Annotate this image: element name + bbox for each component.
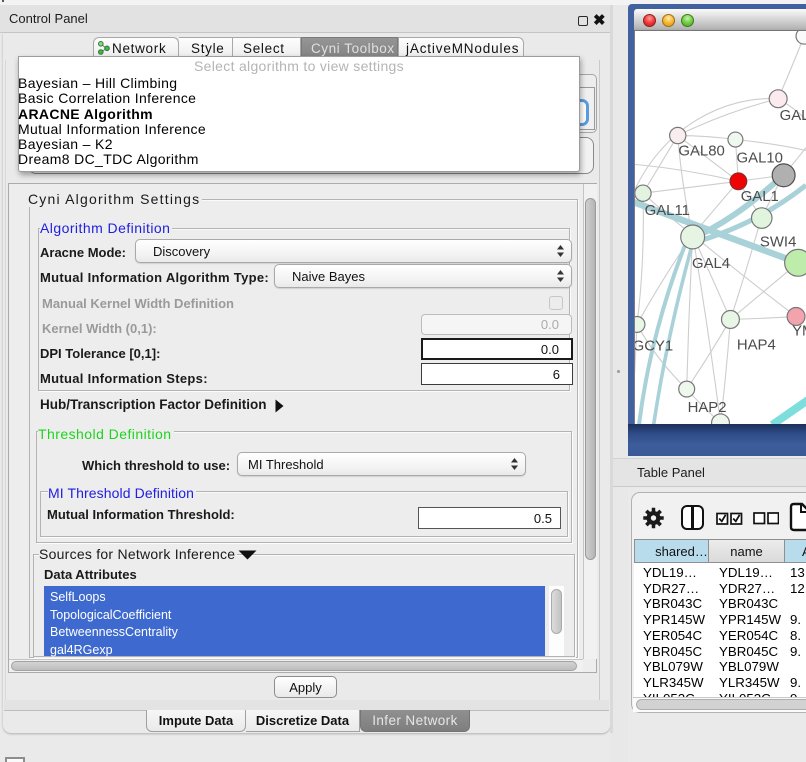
svg-text:YM: YM bbox=[792, 323, 806, 339]
svg-text:GCY1: GCY1 bbox=[634, 338, 673, 354]
svg-text:GAL2: GAL2 bbox=[780, 108, 806, 124]
svg-text:HAP2: HAP2 bbox=[688, 400, 727, 416]
svg-text:SWI4: SWI4 bbox=[760, 234, 796, 250]
svg-text:GAL4: GAL4 bbox=[692, 256, 730, 272]
svg-text:GAL10: GAL10 bbox=[737, 150, 783, 166]
svg-text:GAL80: GAL80 bbox=[678, 143, 724, 159]
svg-text:HAP4: HAP4 bbox=[737, 337, 776, 353]
svg-text:GAL11: GAL11 bbox=[645, 203, 690, 219]
svg-text:GAL1: GAL1 bbox=[741, 189, 779, 205]
